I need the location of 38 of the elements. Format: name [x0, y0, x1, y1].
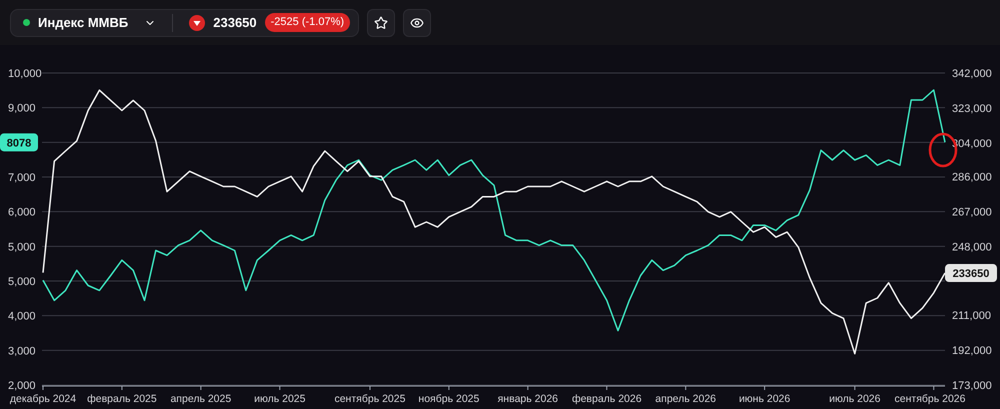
- axis-label: сентябрь 2026: [894, 393, 966, 405]
- axis-label: сентябрь 2025: [334, 393, 406, 405]
- watch-button[interactable]: [403, 8, 432, 36]
- axis-label: 5,000: [8, 241, 36, 254]
- axis-label: 286,000: [952, 171, 992, 184]
- axis-label: апрель 2026: [655, 393, 716, 405]
- axis-label: 5,000: [8, 276, 36, 288]
- axis-label: 3,000: [8, 345, 36, 358]
- axis-label: 267,000: [952, 206, 992, 218]
- axis-label: 192,000: [952, 344, 992, 357]
- axis-label: февраль 2026: [572, 393, 642, 405]
- axis-label: 9,000: [8, 102, 36, 115]
- price-badge: 233650: [945, 264, 997, 282]
- axis-label: декабрь 2024: [10, 393, 76, 405]
- axis-label: ноябрь 2025: [418, 393, 480, 405]
- star-icon: [374, 16, 388, 30]
- axis-label: январь 2026: [498, 393, 558, 405]
- price-badge: 8078: [0, 133, 38, 152]
- axis-label: июль 2026: [829, 393, 880, 405]
- price-value: 233650: [213, 14, 257, 32]
- axis-label: апрель 2025: [170, 393, 232, 405]
- axis-label: 323,000: [952, 103, 992, 116]
- axis-label: февраль 2025: [87, 393, 157, 405]
- axis-label: 342,000: [952, 68, 992, 80]
- change-badge: -2525 (-1.07%): [264, 13, 350, 32]
- axis-label: июль 2025: [254, 393, 306, 405]
- instrument-dropdown[interactable]: Индекс ММВБ: [23, 12, 156, 32]
- axis-label: 2,000: [8, 380, 36, 392]
- axis-label: 6,000: [8, 206, 36, 219]
- axis-label: 4,000: [8, 310, 36, 323]
- axis-label: июнь 2026: [738, 393, 790, 405]
- axis-label: 7,000: [8, 172, 36, 184]
- axis-label: 173,000: [952, 380, 992, 392]
- axis-label: 211,000: [952, 310, 991, 322]
- eye-icon: [410, 16, 424, 30]
- axis-label: 248,000: [952, 242, 992, 254]
- favorite-button[interactable]: [367, 8, 396, 36]
- axis-label: 10,000: [8, 68, 42, 80]
